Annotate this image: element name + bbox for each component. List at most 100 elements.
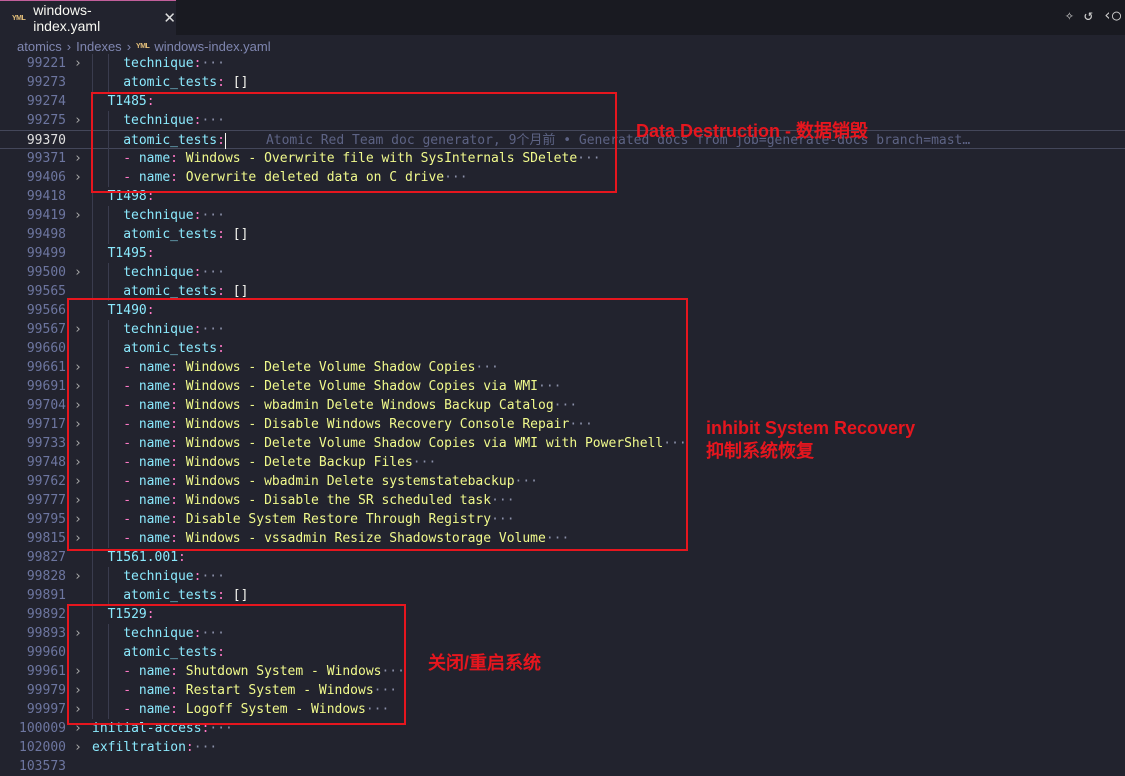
fold-chevron-icon[interactable]: ›	[74, 738, 82, 757]
chevron-right-icon: ›	[66, 38, 72, 54]
line-number: 99893	[26, 626, 66, 641]
indent-guide	[92, 263, 93, 282]
line-number: 99762	[26, 474, 66, 489]
line-number: 99717	[26, 417, 66, 432]
line-number: 99567	[26, 322, 66, 337]
yaml-key: atomic_tests	[123, 588, 218, 603]
folded-ellipsis[interactable]: ···	[201, 56, 224, 71]
code-line[interactable]: 99891 atomic_tests: []	[0, 586, 1125, 605]
highlight-box-inhibit-recovery	[67, 298, 688, 551]
line-number: 99273	[26, 75, 66, 90]
code-text: atomic_tests: []	[123, 225, 248, 244]
line-number: 99748	[26, 455, 66, 470]
indent-guide	[92, 54, 93, 73]
compare-icon[interactable]: ‹○	[1103, 6, 1121, 24]
folded-ellipsis[interactable]: ···	[201, 265, 224, 280]
code-line[interactable]: 99273 atomic_tests: []	[0, 73, 1125, 92]
colon: :	[185, 740, 194, 755]
code-line[interactable]: 99498 atomic_tests: []	[0, 225, 1125, 244]
history-icon[interactable]: ↺	[1084, 6, 1093, 24]
colon: :	[217, 588, 225, 603]
indent-guide	[107, 54, 109, 73]
line-number: 99704	[26, 398, 66, 413]
code-text: technique:···	[123, 206, 225, 225]
code-text: technique:···	[123, 54, 225, 73]
code-line[interactable]: 99500 › technique:···	[0, 263, 1125, 282]
code-text: atomic_tests: []	[123, 586, 248, 605]
line-number: 99691	[26, 379, 66, 394]
line-number: 99566	[26, 303, 66, 318]
line-number: 100009	[19, 721, 66, 736]
line-number: 99960	[26, 645, 66, 660]
code-text: technique:···	[123, 263, 225, 282]
tab-title: windows-index.yaml	[33, 2, 101, 34]
code-line[interactable]: 99419 › technique:···	[0, 206, 1125, 225]
fold-chevron-icon[interactable]: ›	[74, 263, 82, 282]
fold-chevron-icon[interactable]: ›	[74, 567, 82, 586]
line-number: 99891	[26, 588, 66, 603]
breadcrumb-file[interactable]: windows-index.yaml	[154, 39, 270, 54]
colon: :	[178, 550, 186, 565]
indent-guide	[107, 263, 109, 282]
yaml-key: atomic_tests	[123, 284, 218, 299]
line-number: 99221	[26, 56, 66, 71]
code-text: T1495:	[108, 244, 155, 263]
line-number: 99733	[26, 436, 66, 451]
folded-ellipsis[interactable]: ···	[194, 740, 217, 755]
line-number: 99370	[26, 133, 66, 148]
yaml-key: T1561.001	[107, 550, 179, 565]
indent-guide	[107, 567, 109, 586]
highlight-box-shutdown	[67, 604, 406, 725]
line-number: 99275	[26, 113, 66, 128]
line-number: 99979	[26, 683, 66, 698]
yaml-key: atomic_tests	[123, 227, 218, 242]
close-icon[interactable]: ✕	[163, 9, 176, 27]
fold-chevron-icon[interactable]: ›	[74, 111, 82, 130]
yaml-key: technique	[123, 265, 194, 280]
line-number: 99660	[26, 341, 66, 356]
code-line[interactable]: 99499 T1495:	[0, 244, 1125, 263]
folded-ellipsis[interactable]: ···	[201, 569, 224, 584]
breadcrumb-atomics[interactable]: atomics	[17, 39, 62, 54]
annotation-data-destruction: Data Destruction - 数据销毁	[636, 121, 869, 141]
line-number: 102000	[19, 740, 66, 755]
indent-guide	[92, 586, 93, 605]
code-line[interactable]: 102000 › exfiltration:···	[0, 738, 1125, 757]
code-line[interactable]: 99221 › technique:···	[0, 54, 1125, 73]
indent-guide	[107, 586, 109, 605]
line-number: 99500	[26, 265, 66, 280]
line-number: 99419	[26, 208, 66, 223]
sparkle-icon[interactable]: ✧	[1065, 6, 1074, 24]
indent-guide	[92, 206, 93, 225]
indent-guide	[107, 206, 109, 225]
annotation-shutdown: 关闭/重启系统	[428, 653, 542, 673]
line-number: 99997	[26, 702, 66, 717]
fold-chevron-icon[interactable]: ›	[74, 149, 82, 168]
fold-chevron-icon[interactable]: ›	[74, 206, 82, 225]
line-number: 99498	[26, 227, 66, 242]
line-number: 103573	[19, 759, 66, 774]
yaml-key: exfiltration	[92, 740, 186, 755]
line-number: 99815	[26, 531, 66, 546]
yaml-file-icon: YML	[136, 42, 150, 50]
fold-chevron-icon[interactable]: ›	[74, 54, 82, 73]
folded-ellipsis[interactable]: ···	[201, 208, 224, 223]
line-number: 99499	[26, 246, 66, 261]
colon: :	[217, 227, 225, 242]
line-number: 99406	[26, 170, 66, 185]
line-number: 99827	[26, 550, 66, 565]
code-line[interactable]: 99828 › technique:···	[0, 567, 1125, 586]
breadcrumb-indexes[interactable]: Indexes	[76, 39, 122, 54]
code-line[interactable]: 103573	[0, 757, 1125, 776]
line-number: 99565	[26, 284, 66, 299]
line-number: 99371	[26, 151, 66, 166]
tab-windows-index-yaml[interactable]: YML windows-index.yaml ✕	[0, 0, 176, 35]
line-number: 99661	[26, 360, 66, 375]
line-number: 99777	[26, 493, 66, 508]
fold-chevron-icon[interactable]: ›	[74, 168, 82, 187]
line-number: 99274	[26, 94, 66, 109]
yaml-key: technique	[123, 569, 194, 584]
line-number: 99892	[26, 607, 66, 622]
code-text: technique:···	[123, 567, 225, 586]
chevron-right-icon: ›	[126, 38, 132, 54]
